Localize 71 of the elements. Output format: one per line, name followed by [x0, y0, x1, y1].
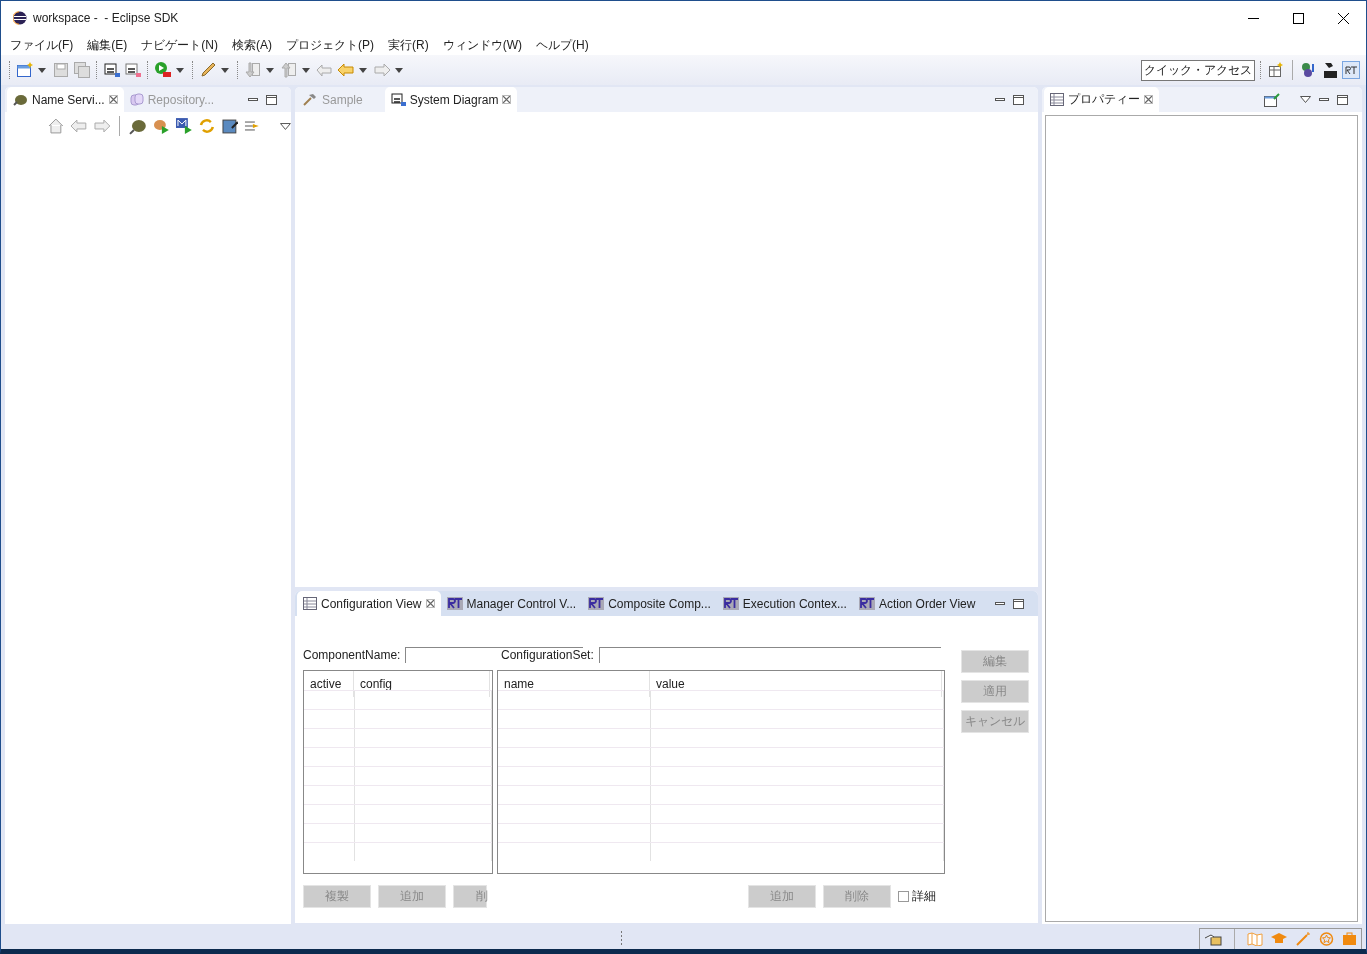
- field-label: ConfigurationSet:: [501, 648, 594, 662]
- pen-icon[interactable]: [199, 61, 217, 79]
- plug-icon[interactable]: [129, 117, 148, 135]
- menu-item[interactable]: ウィンドウ(W): [442, 36, 522, 54]
- image-edit-icon[interactable]: [220, 117, 239, 135]
- minimize-icon[interactable]: [995, 97, 1006, 102]
- tab[interactable]: System Diagram: [384, 87, 518, 112]
- dropdown-caret-icon[interactable]: [176, 67, 184, 73]
- module-play-icon[interactable]: [174, 117, 193, 135]
- quick-access-field[interactable]: クイック・アクセス: [1141, 59, 1255, 81]
- maximize-icon[interactable]: [1013, 598, 1025, 609]
- rt-logo-icon: [446, 597, 463, 610]
- minimize-icon[interactable]: [1319, 97, 1329, 102]
- maximize-icon[interactable]: [1013, 94, 1025, 105]
- tab[interactable]: Name Servi...: [7, 87, 124, 112]
- menu-item[interactable]: 実行(R): [388, 36, 429, 54]
- table-icon: [1050, 93, 1065, 106]
- column-header[interactable]: name: [498, 671, 650, 697]
- grip-icon[interactable]: [620, 931, 623, 947]
- close-icon[interactable]: [1338, 12, 1349, 24]
- hand-box-icon[interactable]: [1204, 932, 1222, 946]
- hammer-icon: [303, 93, 318, 106]
- tab[interactable]: プロパティー: [1044, 87, 1160, 112]
- column-header[interactable]: active: [304, 671, 354, 697]
- maximize-icon[interactable]: [266, 94, 277, 105]
- rt-logo-icon: [858, 597, 875, 610]
- menu-item[interactable]: ファイル(F): [10, 36, 74, 54]
- tab[interactable]: Configuration View: [297, 591, 441, 616]
- dropdown-caret-icon[interactable]: [221, 67, 229, 73]
- eclipse-logo-icon: [13, 11, 27, 25]
- new-window-icon[interactable]: [16, 61, 34, 79]
- plug-icon: [13, 93, 28, 106]
- checkbox[interactable]: [898, 891, 909, 902]
- pin-icon[interactable]: [1264, 92, 1280, 107]
- window-title: workspace - - Eclipse SDK: [33, 11, 179, 25]
- dropdown-caret-icon[interactable]: [38, 67, 46, 73]
- rt-perspective-icon[interactable]: [1342, 61, 1360, 79]
- checkbox-label: 詳細: [912, 888, 936, 905]
- tab[interactable]: Composite Comp...: [582, 591, 717, 616]
- plug-play-icon[interactable]: [152, 117, 170, 135]
- dropdown-caret-icon[interactable]: [302, 67, 310, 73]
- menu-item[interactable]: プロジェクト(P): [286, 36, 374, 54]
- switch-on-icon[interactable]: [103, 61, 121, 79]
- run-icon[interactable]: [154, 61, 172, 79]
- star-circle-icon[interactable]: [1319, 932, 1334, 946]
- cylinder-icon: [129, 93, 144, 106]
- rt-logo-icon: [588, 597, 605, 610]
- minimize-icon[interactable]: [995, 601, 1006, 606]
- switch-on-icon: [390, 93, 406, 106]
- tab[interactable]: Action Order View: [852, 591, 982, 616]
- minimize-icon[interactable]: [248, 97, 258, 102]
- menu-item[interactable]: ナビゲート(N): [141, 36, 218, 54]
- menu-item[interactable]: 検索(A): [232, 36, 272, 54]
- maximize-icon[interactable]: [1337, 94, 1348, 105]
- open-perspective-icon[interactable]: [1267, 61, 1285, 79]
- dropdown-caret-icon[interactable]: [395, 67, 403, 73]
- table-icon: [303, 597, 317, 610]
- dropdown-caret-icon[interactable]: [266, 67, 274, 73]
- maximize-icon[interactable]: [1293, 12, 1304, 24]
- tab[interactable]: Manager Control V...: [440, 591, 583, 616]
- column-header[interactable]: value: [650, 671, 942, 697]
- switch-off-icon[interactable]: [124, 61, 142, 79]
- field-label: ComponentName:: [303, 648, 401, 662]
- column-header[interactable]: config: [354, 671, 490, 697]
- rt-logo-icon: [722, 597, 739, 610]
- menu-item[interactable]: 編集(E): [87, 36, 128, 54]
- dropdown-caret-icon[interactable]: [359, 67, 367, 73]
- menu-item[interactable]: ヘルプ(H): [536, 36, 589, 54]
- view-menu-icon[interactable]: [1300, 96, 1311, 103]
- view-menu-icon[interactable]: [280, 122, 292, 130]
- tab[interactable]: Execution Contex...: [716, 591, 853, 616]
